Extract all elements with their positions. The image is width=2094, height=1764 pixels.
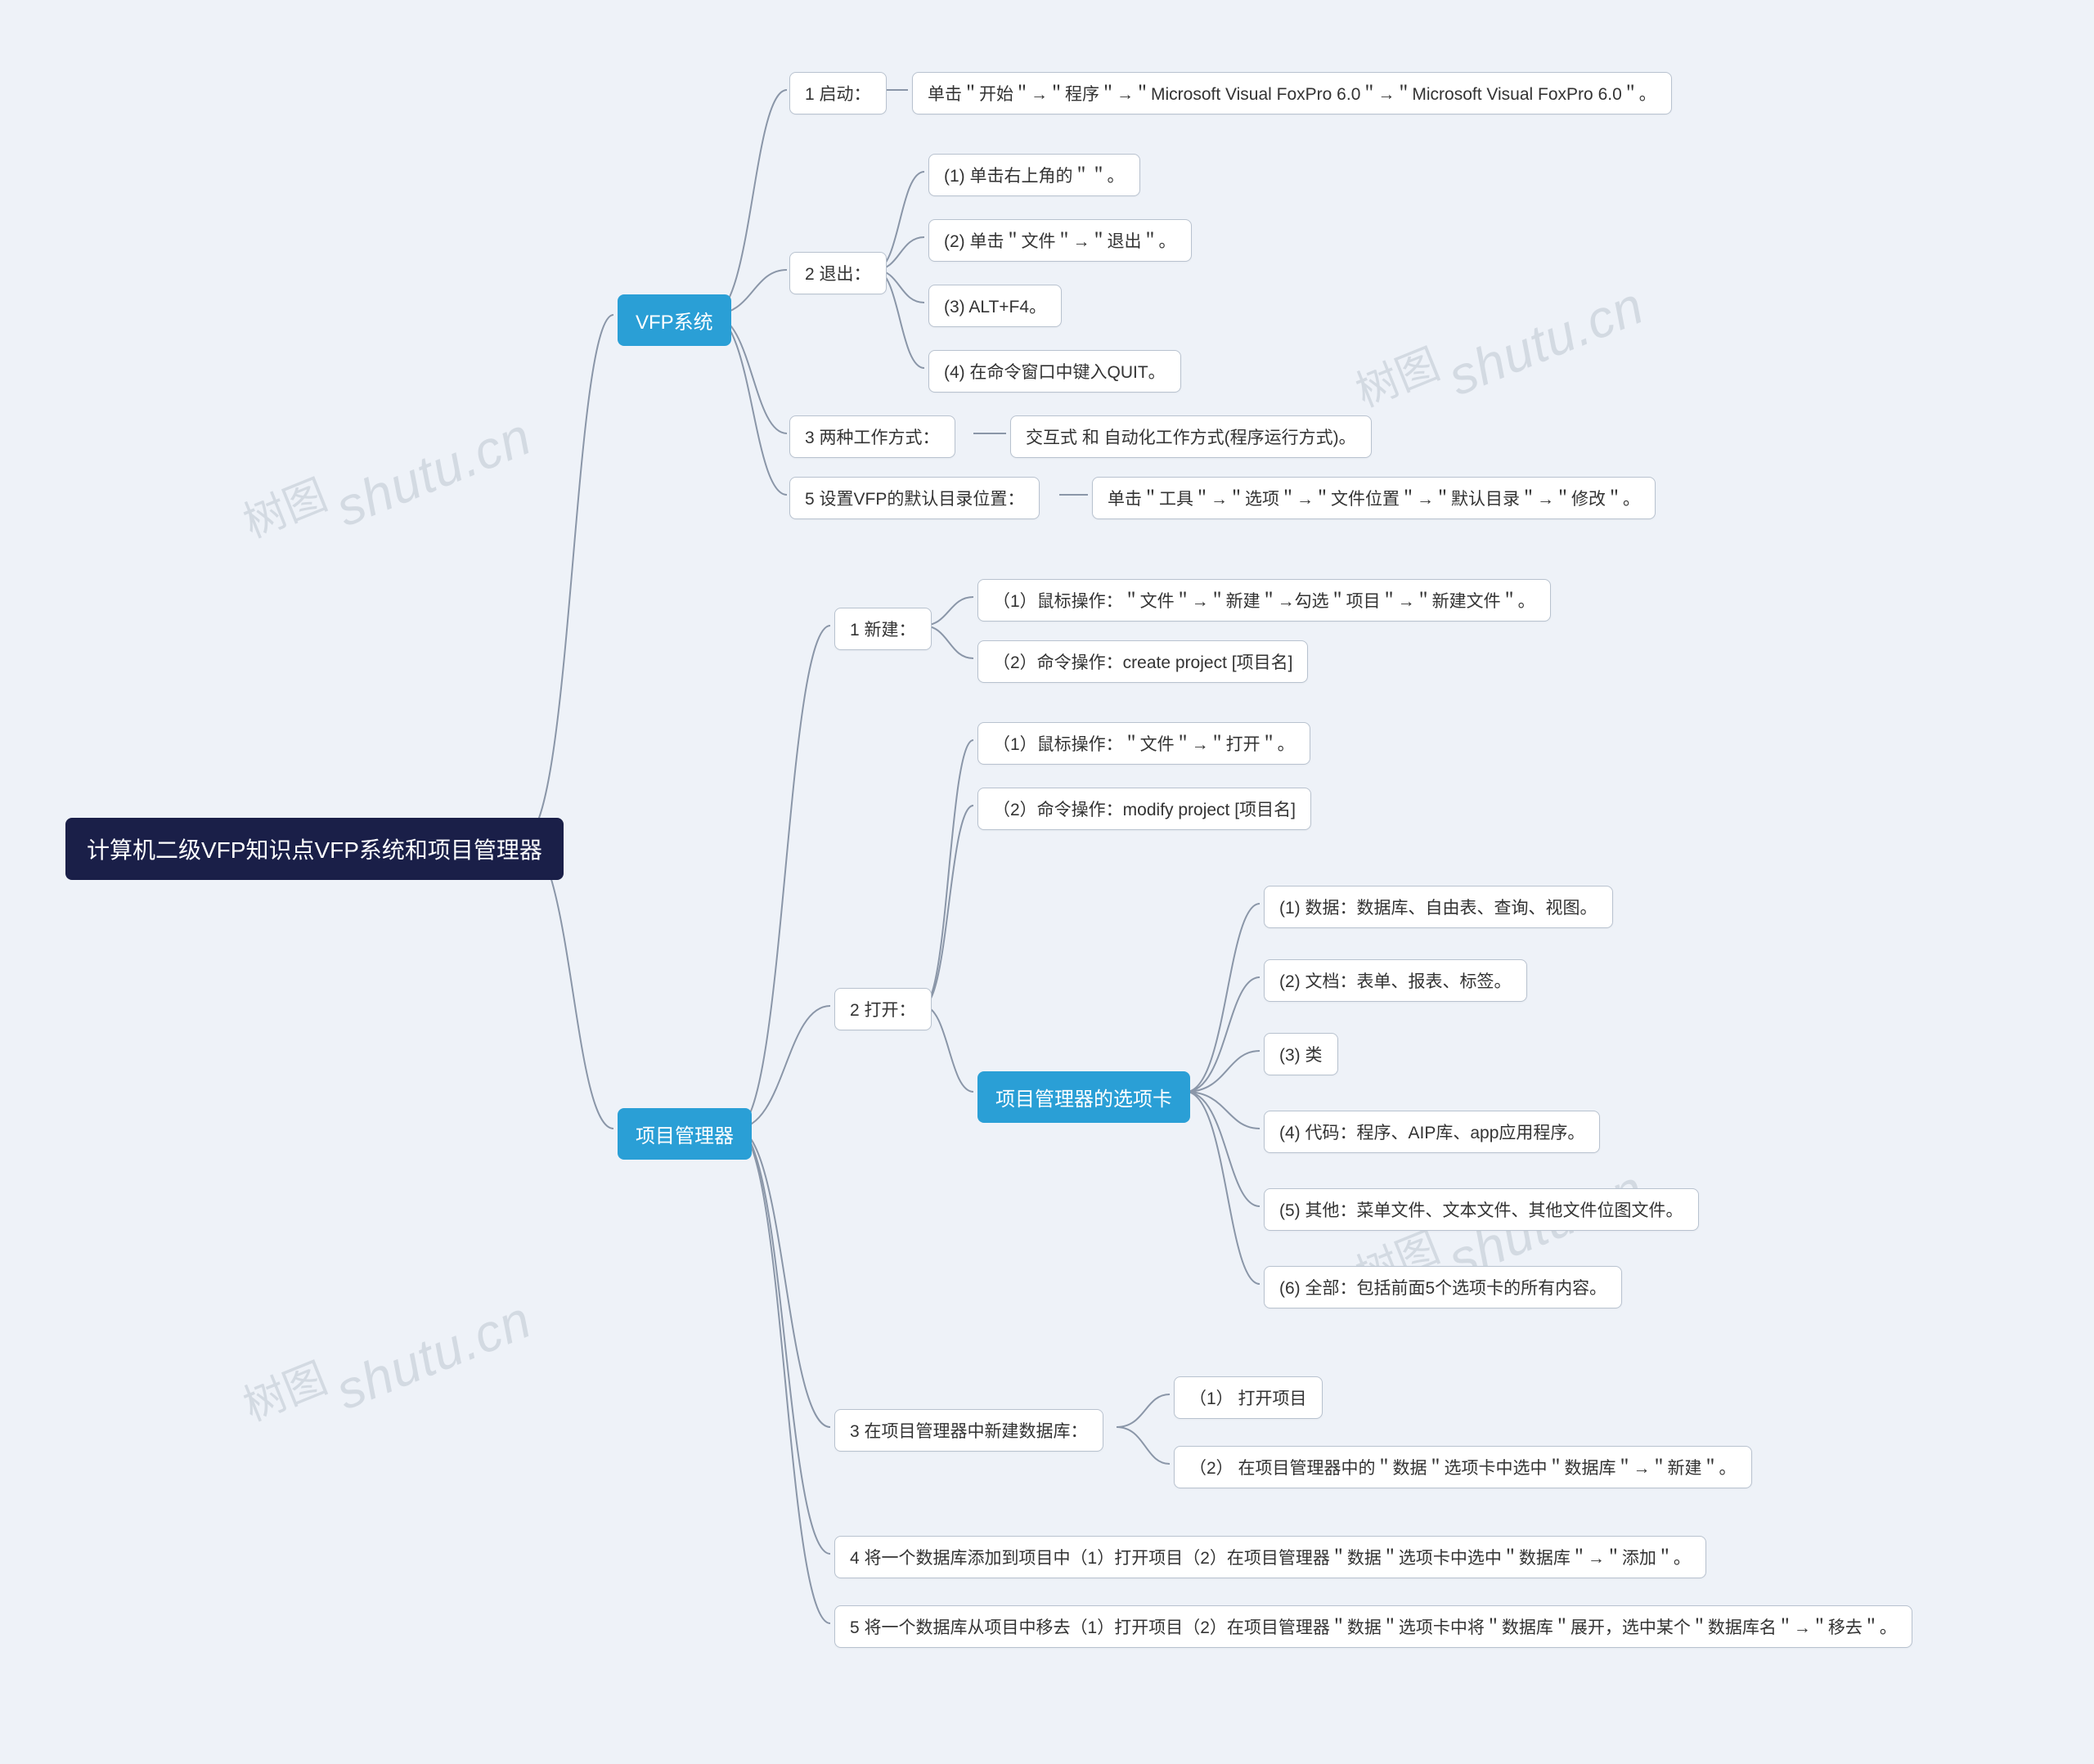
branch-vfp[interactable]: VFP系统: [618, 294, 731, 346]
pm-open-cmd[interactable]: （2）命令操作：modify project [项目名]: [977, 788, 1311, 830]
pm-removedb[interactable]: 5 将一个数据库从项目中移去（1）打开项目（2）在项目管理器＂数据＂选项卡中将＂…: [834, 1605, 1912, 1648]
watermark-en: shutu.cn: [327, 1289, 539, 1421]
connector-lines: [0, 0, 2094, 1764]
pm-tabs[interactable]: 项目管理器的选项卡: [977, 1071, 1190, 1123]
vfp-start[interactable]: 1 启动：: [789, 72, 887, 114]
pm-tabs-all[interactable]: (6) 全部：包括前面5个选项卡的所有内容。: [1264, 1266, 1622, 1308]
vfp-exit-2[interactable]: (2) 单击＂文件＂→＂退出＂。: [928, 219, 1192, 262]
pm-tabs-class[interactable]: (3) 类: [1264, 1033, 1338, 1075]
vfp-defaultdir[interactable]: 5 设置VFP的默认目录位置：: [789, 477, 1040, 519]
watermark-cn: 树图: [1346, 330, 1448, 419]
vfp-exit[interactable]: 2 退出：: [789, 252, 887, 294]
pm-tabs-data[interactable]: (1) 数据：数据库、自由表、查询、视图。: [1264, 886, 1613, 928]
vfp-exit-1[interactable]: (1) 单击右上角的＂＂。: [928, 154, 1140, 196]
pm-new[interactable]: 1 新建：: [834, 608, 932, 650]
pm-open[interactable]: 2 打开：: [834, 988, 932, 1030]
pm-tabs-doc[interactable]: (2) 文档：表单、报表、标签。: [1264, 959, 1527, 1002]
vfp-exit-4[interactable]: (4) 在命令窗口中键入QUIT。: [928, 350, 1181, 393]
pm-newdb-1[interactable]: （1） 打开项目: [1174, 1376, 1323, 1419]
vfp-modes-detail[interactable]: 交互式 和 自动化工作方式(程序运行方式)。: [1010, 415, 1372, 458]
pm-adddb[interactable]: 4 将一个数据库添加到项目中（1）打开项目（2）在项目管理器＂数据＂选项卡中选中…: [834, 1536, 1706, 1578]
watermark-cn: 树图: [233, 460, 335, 550]
root-node[interactable]: 计算机二级VFP知识点VFP系统和项目管理器: [65, 818, 564, 880]
pm-newdb-2[interactable]: （2） 在项目管理器中的＂数据＂选项卡中选中＂数据库＂→＂新建＂。: [1174, 1446, 1752, 1488]
pm-tabs-other[interactable]: (5) 其他：菜单文件、文本文件、其他文件位图文件。: [1264, 1188, 1699, 1231]
pm-open-mouse[interactable]: （1）鼠标操作：＂文件＂→＂打开＂。: [977, 722, 1310, 765]
vfp-start-detail[interactable]: 单击＂开始＂→＂程序＂→＂Microsoft Visual FoxPro 6.0…: [912, 72, 1672, 114]
branch-pm[interactable]: 项目管理器: [618, 1108, 752, 1160]
pm-tabs-code[interactable]: (4) 代码：程序、AIP库、app应用程序。: [1264, 1111, 1600, 1153]
vfp-exit-3[interactable]: (3) ALT+F4。: [928, 285, 1062, 327]
watermark-cn: 树图: [233, 1344, 335, 1433]
watermark-en: shutu.cn: [1440, 275, 1651, 407]
vfp-defaultdir-detail[interactable]: 单击＂工具＂→＂选项＂→＂文件位置＂→＂默认目录＂→＂修改＂。: [1092, 477, 1656, 519]
pm-new-mouse[interactable]: （1）鼠标操作：＂文件＂→＂新建＂→勾选＂项目＂→＂新建文件＂。: [977, 579, 1551, 622]
watermark-en: shutu.cn: [327, 406, 539, 538]
pm-new-cmd[interactable]: （2）命令操作：create project [项目名]: [977, 640, 1308, 683]
pm-newdb[interactable]: 3 在项目管理器中新建数据库：: [834, 1409, 1103, 1452]
vfp-modes[interactable]: 3 两种工作方式：: [789, 415, 955, 458]
